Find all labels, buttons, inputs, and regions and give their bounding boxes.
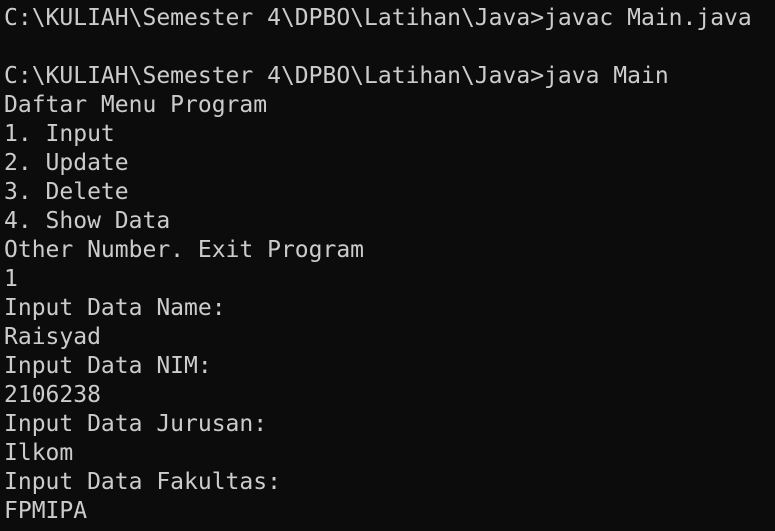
user-input-nim: 2106238 <box>4 382 101 408</box>
terminal-window[interactable]: C:\KULIAH\Semester 4\DPBO\Latihan\Java>j… <box>0 0 775 531</box>
user-input-fakultas: FPMIPA <box>4 498 88 524</box>
command-line-javac: C:\KULIAH\Semester 4\DPBO\Latihan\Java>j… <box>4 5 752 31</box>
menu-option-delete: 3. Delete <box>4 179 129 205</box>
menu-option-show-data: 4. Show Data <box>4 208 171 234</box>
menu-title: Daftar Menu Program <box>4 92 268 118</box>
prompt-jurusan: Input Data Jurusan: <box>4 411 268 437</box>
user-input-choice: 1 <box>4 266 18 292</box>
prompt-name: Input Data Name: <box>4 295 226 321</box>
user-input-jurusan: Ilkom <box>4 440 74 466</box>
prompt-fakultas: Input Data Fakultas: <box>4 469 281 495</box>
menu-option-update: 2. Update <box>4 150 129 176</box>
menu-option-input: 1. Input <box>4 121 115 147</box>
prompt-nim: Input Data NIM: <box>4 353 212 379</box>
menu-option-exit: Other Number. Exit Program <box>4 237 365 263</box>
command-line-java: C:\KULIAH\Semester 4\DPBO\Latihan\Java>j… <box>4 63 669 89</box>
user-input-name: Raisyad <box>4 324 101 350</box>
